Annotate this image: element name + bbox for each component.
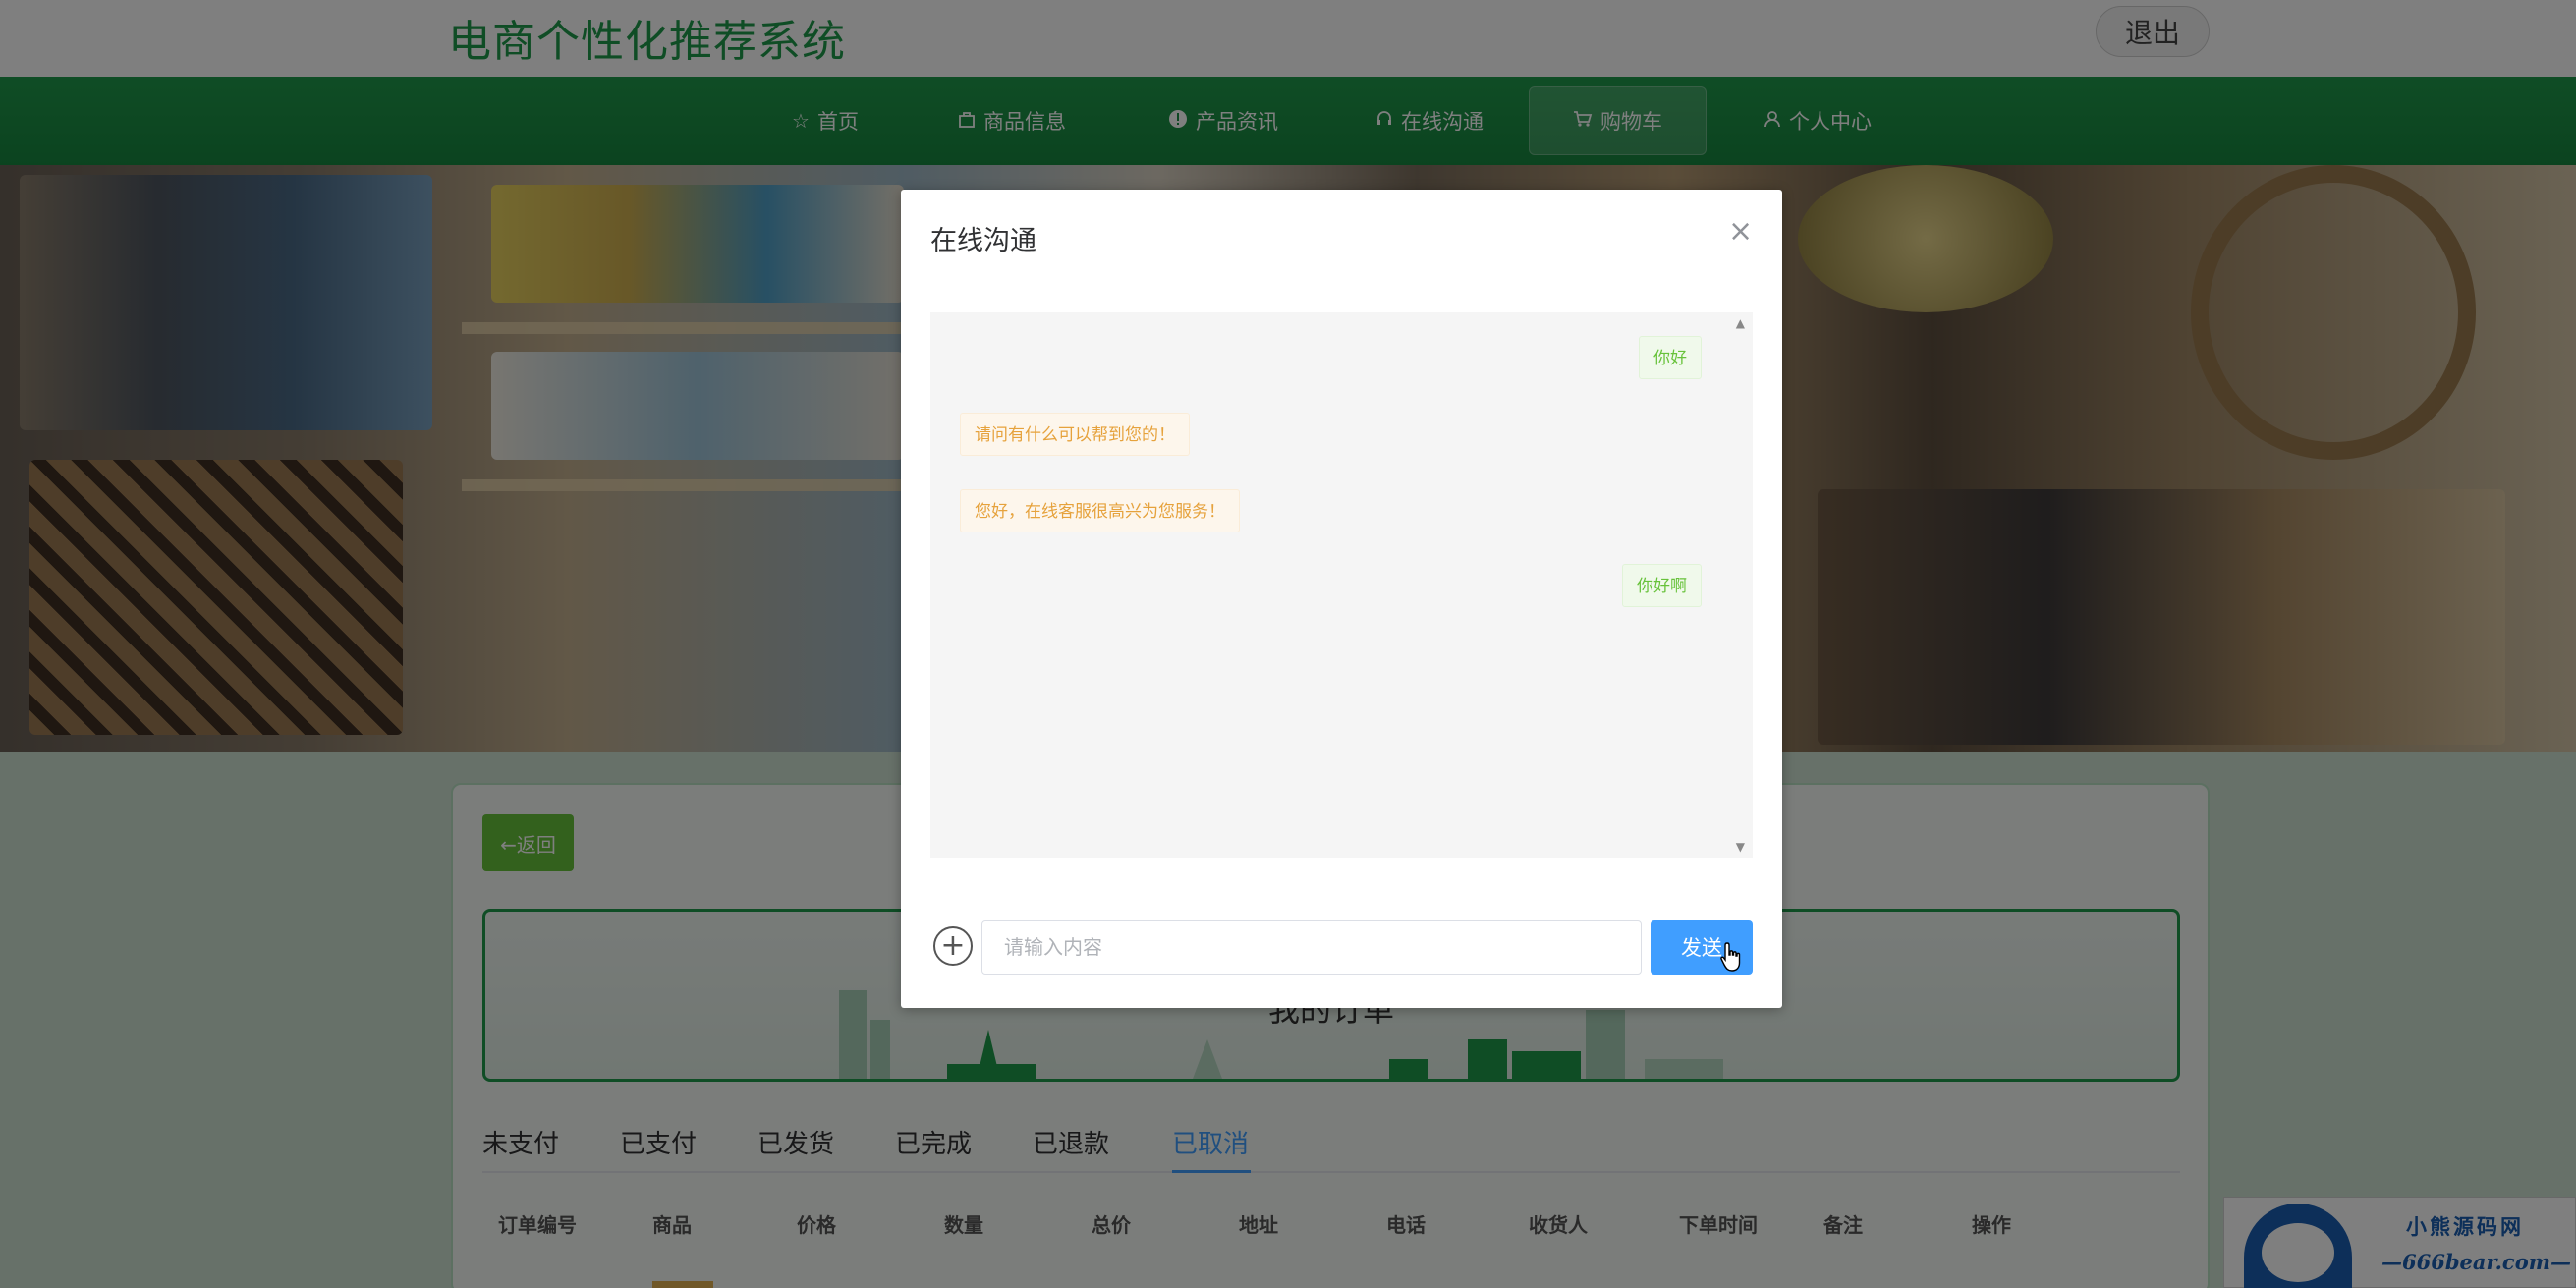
chat-message-area[interactable]: ▲ 你好 请问有什么可以帮到您的！ 您好，在线客服很高兴为您服务！ 你好啊 ▼ xyxy=(930,312,1753,858)
hand-pointer-cursor-icon xyxy=(1720,942,1741,972)
message-input[interactable] xyxy=(981,920,1642,975)
close-icon[interactable]: × xyxy=(1728,217,1753,247)
chat-message-agent: 您好，在线客服很高兴为您服务！ xyxy=(960,489,1240,532)
scroll-down-arrow-icon[interactable]: ▼ xyxy=(1736,840,1745,854)
chat-message-user: 你好 xyxy=(1639,336,1702,379)
chat-dialog: 在线沟通 × ▲ 你好 请问有什么可以帮到您的！ 您好，在线客服很高兴为您服务！… xyxy=(901,190,1782,1008)
scroll-up-arrow-icon[interactable]: ▲ xyxy=(1736,316,1745,330)
dialog-title: 在线沟通 xyxy=(930,226,1036,256)
chat-message-user: 你好啊 xyxy=(1622,564,1702,607)
add-attachment-icon[interactable]: + xyxy=(933,926,973,966)
chat-message-agent: 请问有什么可以帮到您的！ xyxy=(960,413,1190,456)
